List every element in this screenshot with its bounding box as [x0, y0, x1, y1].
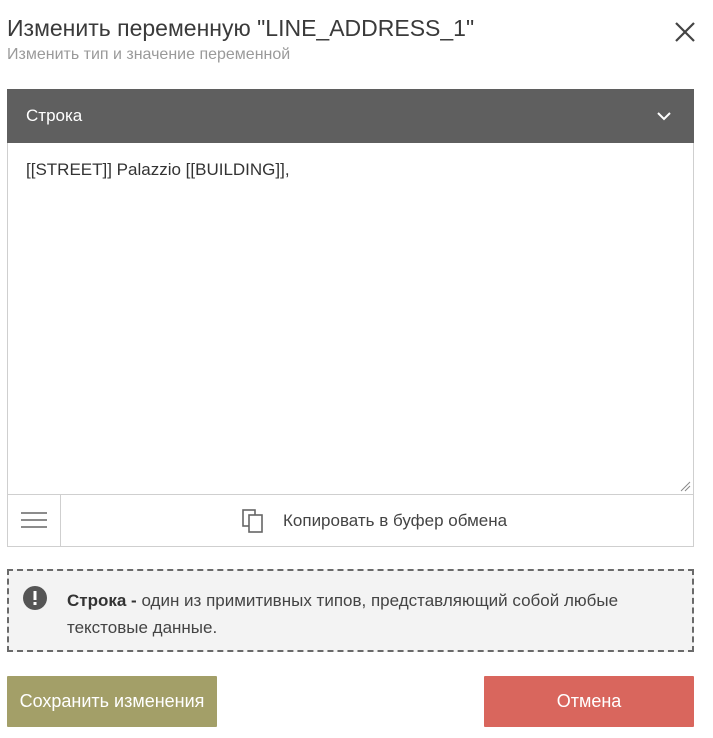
type-info-description: один из примитивных типов, представляющи…	[67, 591, 619, 637]
close-button[interactable]	[672, 19, 698, 45]
copy-icon	[242, 509, 263, 533]
copy-label: Копировать в буфер обмена	[283, 511, 508, 530]
save-button[interactable]: Сохранить изменения	[7, 676, 217, 727]
dialog-subtitle: Изменить тип и значение переменной	[7, 46, 291, 63]
value-textarea[interactable]: [[STREET]] Palazzio [[BUILDING]],	[8, 143, 693, 494]
resize-grip-icon[interactable]	[679, 480, 691, 492]
type-info-text: Строка - один из примитивных типов, пред…	[67, 587, 667, 641]
cancel-button[interactable]: Отмена	[484, 676, 694, 727]
close-icon	[675, 22, 695, 42]
editor-toolbar: Копировать в буфер обмена	[7, 494, 694, 547]
hamburger-menu-icon	[21, 512, 47, 528]
value-editor-container: [[STREET]] Palazzio [[BUILDING]],	[7, 143, 694, 495]
type-select-value: Строка	[26, 106, 83, 125]
exclamation-circle-icon	[23, 586, 47, 610]
type-info-term: Строка -	[67, 591, 137, 610]
menu-button[interactable]	[8, 495, 61, 546]
chevron-down-icon	[657, 112, 671, 121]
dialog-title: Изменить переменную "LINE_ADDRESS_1"	[7, 15, 475, 41]
type-info-box: Строка - один из примитивных типов, пред…	[7, 569, 694, 652]
type-select[interactable]: Строка	[7, 89, 694, 143]
copy-to-clipboard-button[interactable]: Копировать в буфер обмена	[62, 495, 693, 546]
